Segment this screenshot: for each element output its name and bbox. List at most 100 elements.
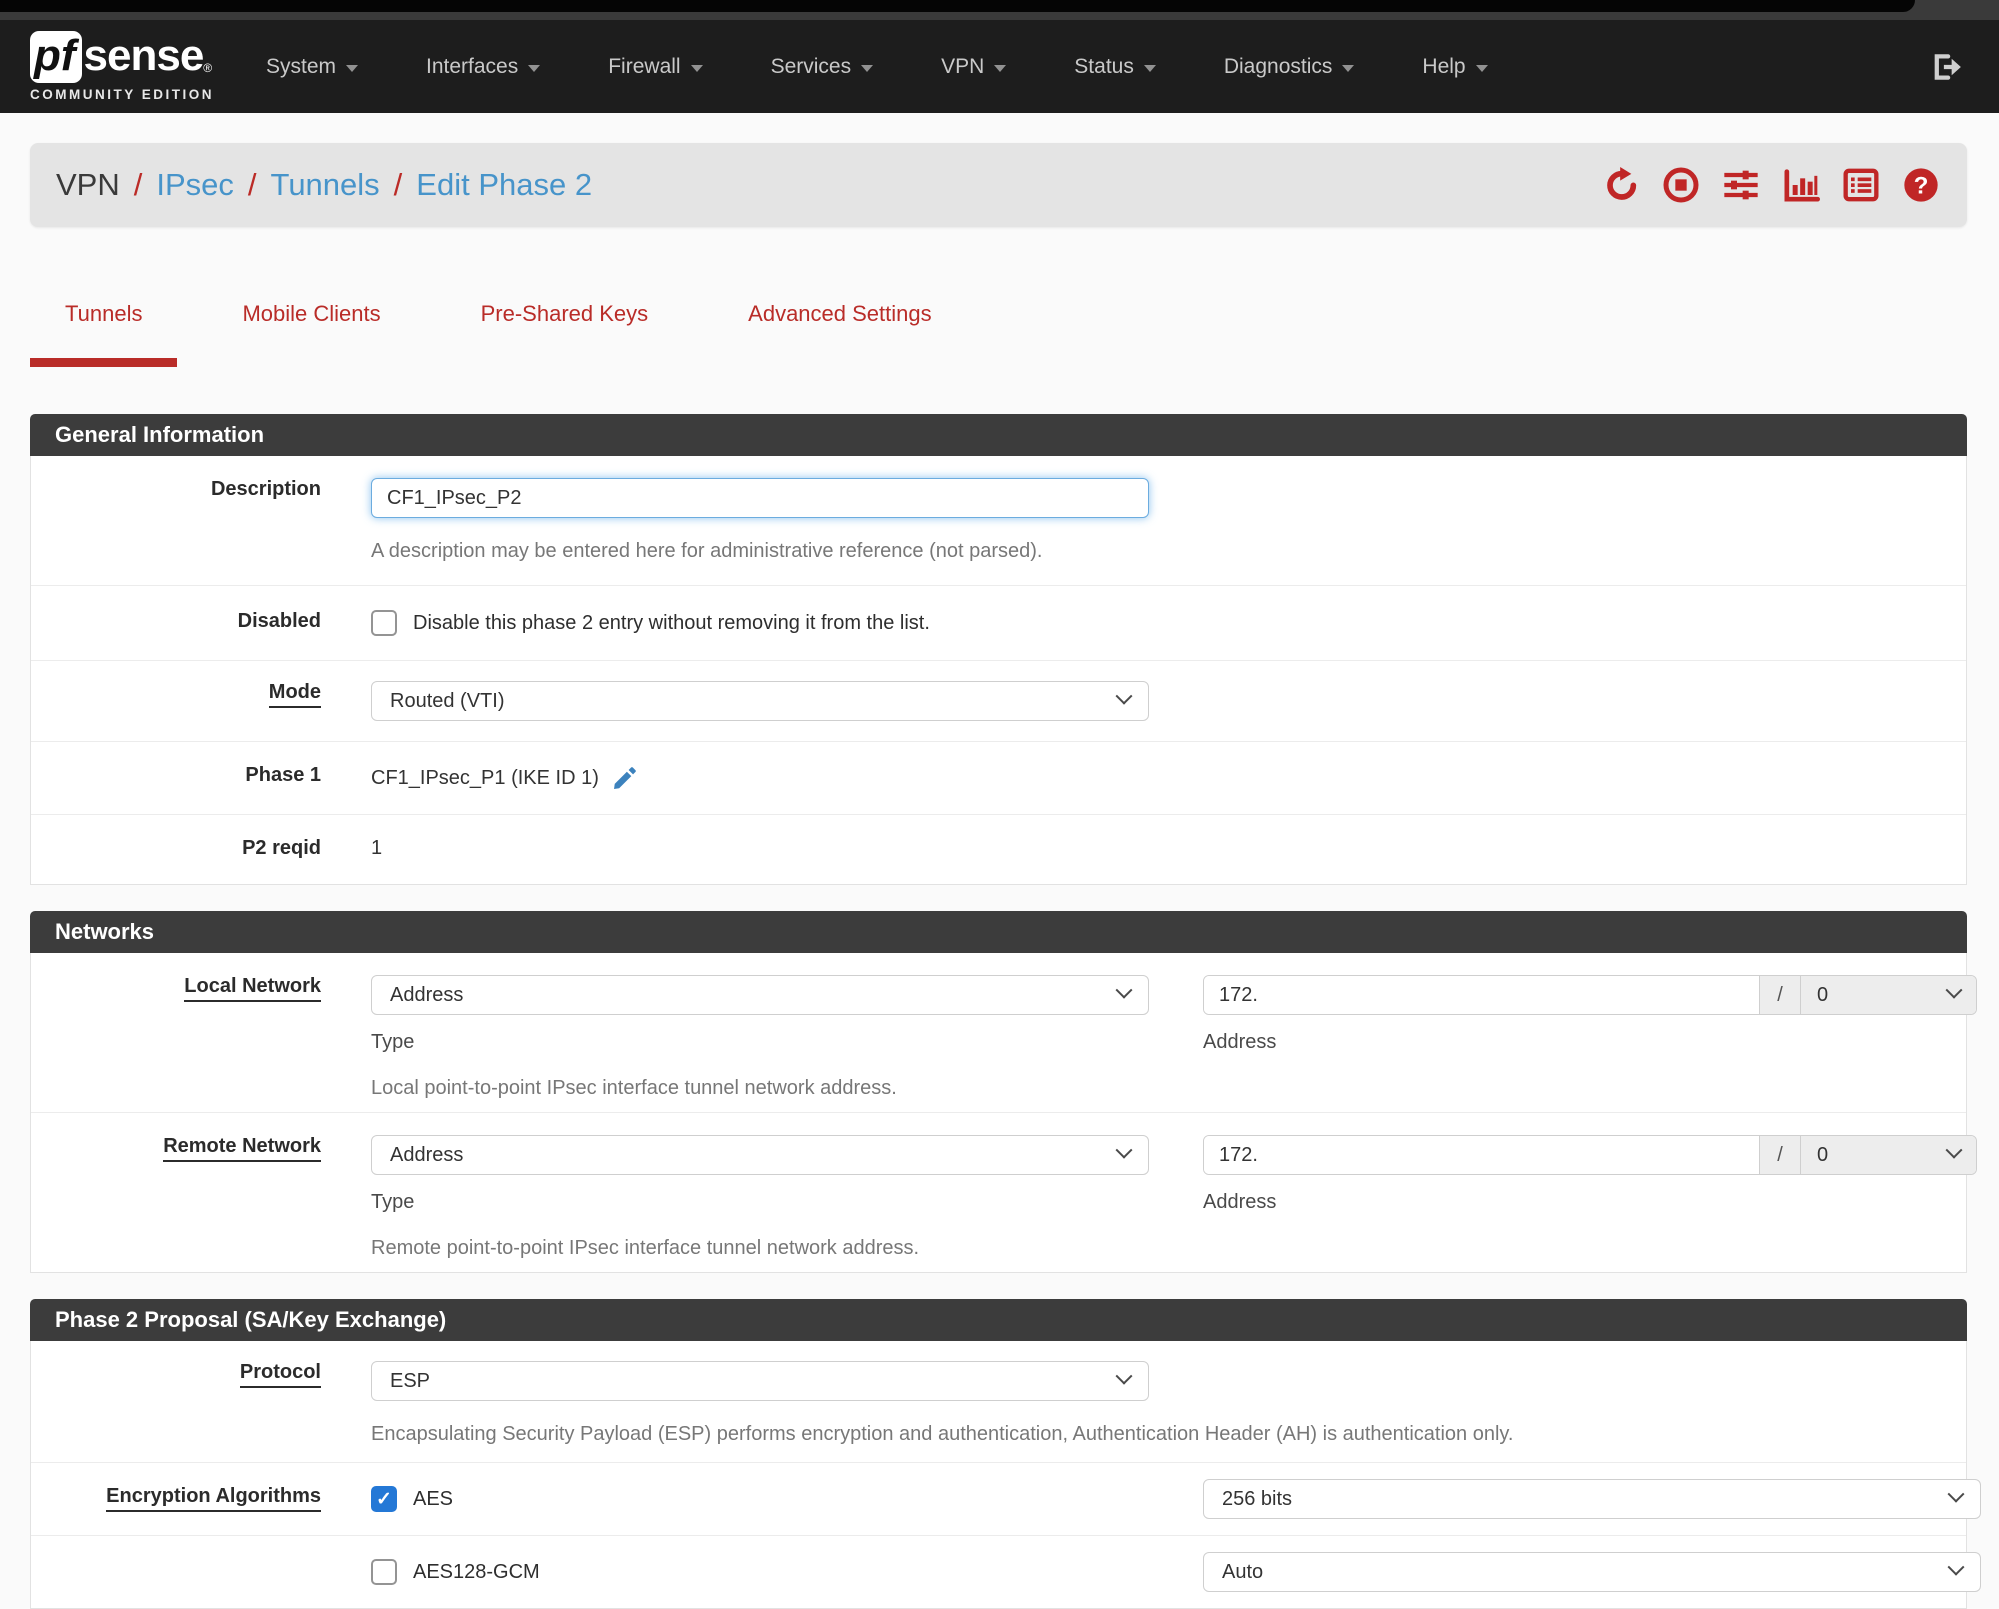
remote-network-help: Remote point-to-point IPsec interface tu…	[371, 1237, 920, 1259]
row-p2-reqid: P2 reqid 1	[31, 815, 1966, 884]
row-phase1: Phase 1 CF1_IPsec_P1 (IKE ID 1)	[31, 742, 1966, 815]
breadcrumb-bar: VPN / IPsec / Tunnels / Edit Phase 2 ?	[30, 143, 1967, 227]
section-phase2-proposal: Phase 2 Proposal (SA/Key Exchange) Proto…	[30, 1299, 1981, 1609]
aes128gcm-keylen-select[interactable]: Auto	[1203, 1552, 1981, 1592]
chevron-down-icon	[1115, 981, 1133, 999]
chevron-down-icon	[1945, 981, 1963, 999]
breadcrumb-edit-phase2[interactable]: Edit Phase 2	[416, 167, 592, 203]
help-icon[interactable]: ?	[1901, 165, 1941, 205]
mode-label: Mode	[31, 661, 371, 741]
local-network-label: Local Network	[31, 953, 371, 1112]
phase1-label: Phase 1	[245, 764, 321, 786]
breadcrumb-actions: ?	[1601, 165, 1941, 205]
window-top-strip	[0, 0, 1999, 20]
breadcrumb-separator: /	[133, 167, 143, 202]
section-networks: Networks Local Network Address Type 172.…	[30, 911, 1977, 1273]
encryption-algorithms-label: Encryption Algorithms	[31, 1463, 371, 1535]
tab-pre-shared-keys[interactable]: Pre-Shared Keys	[446, 287, 684, 367]
sliders-icon[interactable]	[1721, 165, 1761, 205]
breadcrumb-link-tunnels[interactable]: Tunnels	[271, 167, 380, 203]
local-network-help: Local point-to-point IPsec interface tun…	[371, 1077, 897, 1099]
remote-network-type-caption: Type	[371, 1191, 415, 1213]
description-label: Description	[210, 478, 321, 500]
chevron-down-icon	[1947, 1485, 1965, 1503]
row-encryption-aes128gcm: AES128-GCM Auto	[31, 1536, 1981, 1608]
section-title: Networks	[30, 911, 1967, 953]
disabled-checkbox[interactable]	[371, 610, 397, 636]
nav-item-services[interactable]: Services	[737, 20, 908, 113]
chevron-down-icon	[528, 64, 541, 72]
protocol-label: Protocol	[31, 1341, 371, 1462]
pencil-icon[interactable]	[611, 764, 639, 792]
chevron-down-icon	[1143, 64, 1156, 72]
stop-icon[interactable]	[1661, 165, 1701, 205]
breadcrumb: VPN / IPsec / Tunnels / Edit Phase 2	[56, 167, 592, 203]
chevron-down-icon	[1475, 64, 1488, 72]
nav-item-system[interactable]: System	[232, 20, 392, 113]
aes128gcm-checkbox[interactable]	[371, 1559, 397, 1585]
breadcrumb-separator: /	[247, 167, 257, 202]
row-mode: Mode Routed (VTI)	[31, 661, 1966, 742]
section-title: General Information	[30, 414, 1967, 456]
pfsense-logo[interactable]: pf sense ® COMMUNITY EDITION	[30, 31, 214, 102]
chevron-down-icon	[1115, 687, 1133, 705]
local-network-address-caption: Address	[1203, 1031, 1277, 1053]
nav-item-firewall[interactable]: Firewall	[574, 20, 736, 113]
svg-text:?: ?	[1914, 172, 1929, 199]
local-network-address-group: / 0	[1203, 975, 1977, 1015]
row-disabled: Disabled Disable this phase 2 entry with…	[31, 586, 1966, 661]
chevron-down-icon	[1115, 1141, 1133, 1159]
chevron-down-icon	[1115, 1367, 1133, 1385]
nav-item-help[interactable]: Help	[1388, 20, 1521, 113]
address-slash-separator: /	[1759, 1136, 1801, 1174]
row-description: Description A description may be entered…	[31, 456, 1966, 586]
section-title: Phase 2 Proposal (SA/Key Exchange)	[30, 1299, 1967, 1341]
protocol-select[interactable]: ESP	[371, 1361, 1149, 1401]
protocol-help: Encapsulating Security Payload (ESP) per…	[371, 1423, 1514, 1445]
tab-advanced-settings[interactable]: Advanced Settings	[713, 287, 966, 367]
navbar-menu: System Interfaces Firewall Services VPN …	[232, 20, 1522, 113]
breadcrumb-separator: /	[393, 167, 403, 202]
chevron-down-icon	[861, 64, 874, 72]
chevron-down-icon	[994, 64, 1007, 72]
tab-tunnels[interactable]: Tunnels	[30, 287, 178, 367]
description-help: A description may be entered here for ad…	[371, 540, 1043, 562]
remote-network-type-select[interactable]: Address	[371, 1135, 1149, 1175]
breadcrumb-link-ipsec[interactable]: IPsec	[156, 167, 234, 203]
nav-item-vpn[interactable]: VPN	[907, 20, 1040, 113]
local-network-mask-select[interactable]: 0	[1801, 976, 1976, 1014]
chevron-down-icon	[1945, 1141, 1963, 1159]
remote-network-mask-select[interactable]: 0	[1801, 1136, 1976, 1174]
nav-item-interfaces[interactable]: Interfaces	[392, 20, 574, 113]
local-network-address-input[interactable]	[1204, 976, 1759, 1014]
logo-pf-box: pf	[30, 31, 82, 83]
log-list-icon[interactable]	[1841, 165, 1881, 205]
bar-chart-icon[interactable]	[1781, 165, 1821, 205]
local-network-type-caption: Type	[371, 1031, 415, 1053]
aes-keylen-select[interactable]: 256 bits	[1203, 1479, 1981, 1519]
address-slash-separator: /	[1759, 976, 1801, 1014]
window-top-shadow	[0, 0, 1915, 12]
refresh-icon[interactable]	[1601, 165, 1641, 205]
main-navbar: pf sense ® COMMUNITY EDITION System Inte…	[0, 20, 1999, 113]
remote-network-address-group: / 0	[1203, 1135, 1977, 1175]
remote-network-address-input[interactable]	[1204, 1136, 1759, 1174]
encryption-algorithms-label-spacer	[31, 1536, 371, 1608]
chevron-down-icon	[1947, 1558, 1965, 1576]
logo-sense-text: sense	[83, 31, 205, 80]
breadcrumb-vpn: VPN	[56, 167, 120, 202]
tab-mobile-clients[interactable]: Mobile Clients	[207, 287, 415, 367]
nav-item-status[interactable]: Status	[1040, 20, 1190, 113]
description-input[interactable]	[371, 478, 1149, 518]
sign-out-icon[interactable]	[1929, 50, 1963, 84]
nav-item-diagnostics[interactable]: Diagnostics	[1190, 20, 1389, 113]
mode-select[interactable]: Routed (VTI)	[371, 681, 1149, 721]
remote-network-address-caption: Address	[1203, 1191, 1277, 1213]
disabled-label: Disabled	[237, 610, 321, 632]
remote-network-label: Remote Network	[31, 1113, 371, 1272]
local-network-type-select[interactable]: Address	[371, 975, 1149, 1015]
row-protocol: Protocol ESP Encapsulating Security Payl…	[31, 1341, 1966, 1463]
row-encryption-aes: Encryption Algorithms ✓ AES 256 bits	[31, 1463, 1981, 1536]
row-remote-network: Remote Network Address Type /	[31, 1113, 1977, 1272]
aes-checkbox[interactable]: ✓	[371, 1486, 397, 1512]
